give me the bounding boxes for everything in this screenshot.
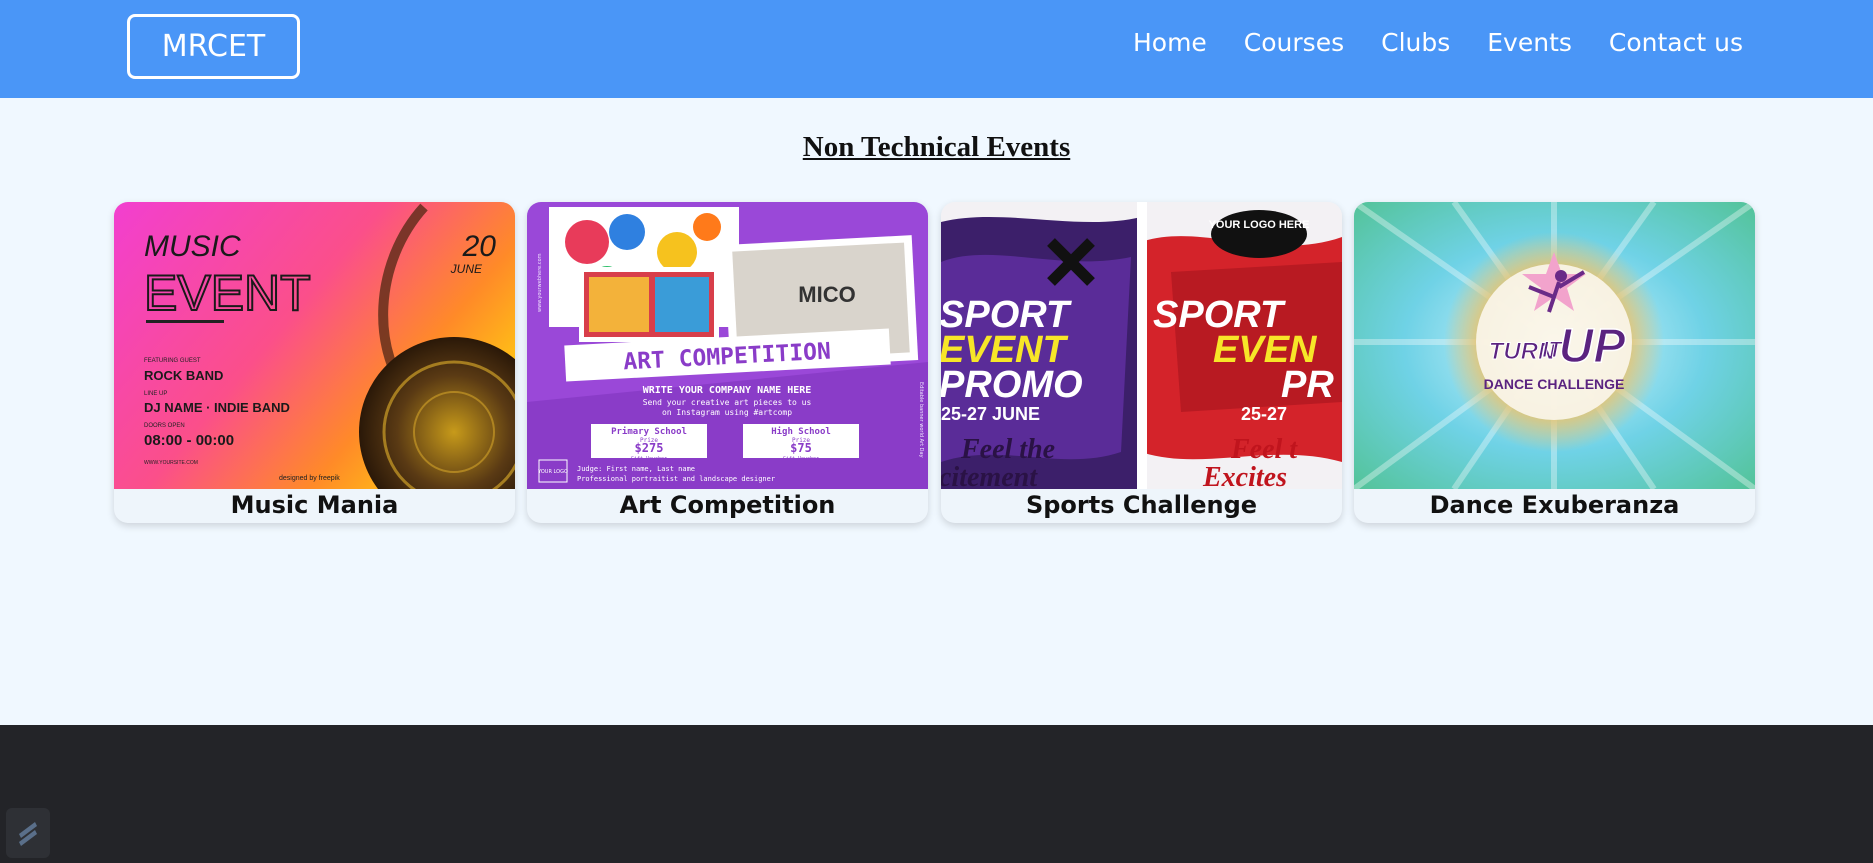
nav-home-link[interactable]: Home xyxy=(1133,28,1207,57)
event-title: Sports Challenge xyxy=(1025,491,1258,519)
poster-prize2-label: High School xyxy=(771,426,831,437)
event-card-sports-challenge[interactable]: YOUR LOGO HERE SPORT EVENT PROMO 25-27 J… xyxy=(941,202,1342,523)
poster-doors-label: DOORS OPEN xyxy=(144,423,185,429)
sports-event-poster: YOUR LOGO HERE SPORT EVENT PROMO 25-27 J… xyxy=(941,202,1342,489)
section-title: Non Technical Events xyxy=(802,131,1071,163)
poster-logo: YOUR LOGO HERE xyxy=(1209,219,1310,231)
poster-prize1-label: Primary School xyxy=(611,426,687,437)
poster-credit: designed by freepik xyxy=(279,475,340,482)
poster-side-left: www.yourwebhere.com xyxy=(537,253,543,312)
poster-featuring: ROCK BAND xyxy=(144,368,223,383)
poster-company: WRITE YOUR COMPANY NAME HERE xyxy=(643,385,812,396)
event-card-music-mania[interactable]: MUSIC EVENT 20 JUNE FEATURING GUEST ROCK… xyxy=(114,202,515,523)
event-title: Music Mania xyxy=(230,491,399,519)
dance-challenge-poster: TURN IT UP DANCE CHALLENGE xyxy=(1354,202,1755,489)
poster-prize1-amount: $275 xyxy=(635,441,664,455)
poster-left-tag1: Feel the xyxy=(960,434,1055,465)
poster-left-line3: PROMO xyxy=(941,364,1083,406)
poster-right-line3: PR xyxy=(1281,364,1334,406)
poster-side-right: Editable banner world Art Day xyxy=(918,382,924,458)
music-poster-graphic: MUSIC EVENT 20 JUNE FEATURING GUEST ROCK… xyxy=(114,202,515,489)
event-card-art-competition[interactable]: MICO ART COMPETITION WRITE YOUR COMPANY … xyxy=(527,202,928,523)
poster-judge: Judge: First name, Last name xyxy=(577,465,695,473)
nav-clubs-link[interactable]: Clubs xyxy=(1381,28,1450,57)
poster-line2: on Instagram using #artcomp xyxy=(662,408,792,417)
nav-contact-link[interactable]: Contact us xyxy=(1609,28,1743,57)
art-poster-graphic: MICO ART COMPETITION WRITE YOUR COMPANY … xyxy=(527,202,928,489)
poster-featuring-label: FEATURING GUEST xyxy=(144,358,201,364)
poster-line1: Send your creative art pieces to us xyxy=(643,398,812,407)
poster-prize1-note: Gift Voucher xyxy=(631,456,667,462)
poster-judge-role: Professional portraitist and landscape d… xyxy=(577,475,775,483)
event-title: Dance Exuberanza xyxy=(1429,491,1680,519)
poster-logo: YOUR LOGO xyxy=(537,469,568,475)
floating-widget-icon[interactable] xyxy=(6,808,50,858)
poster-subtitle: DANCE CHALLENGE xyxy=(1484,376,1625,392)
art-competition-poster: MICO ART COMPETITION WRITE YOUR COMPANY … xyxy=(527,202,928,489)
poster-prize2-note: Gift Voucher xyxy=(783,456,819,462)
poster-left-date: 25-27 JUNE xyxy=(941,404,1040,424)
poster-time: 08:00 - 00:00 xyxy=(144,432,234,449)
nav-links: Home Courses Clubs Events Contact us xyxy=(1133,28,1743,57)
nav-courses-link[interactable]: Courses xyxy=(1244,28,1344,57)
dance-poster-graphic: TURN IT UP DANCE CHALLENGE xyxy=(1354,202,1755,489)
poster-right-date: 25-27 xyxy=(1241,404,1287,424)
navbar: MRCET Home Courses Clubs Events Contact … xyxy=(0,0,1873,98)
poster-heading-event: EVENT xyxy=(144,265,311,321)
poster-prize2-amount: $75 xyxy=(790,441,812,455)
poster-lineup-label: LINE UP xyxy=(144,391,167,397)
poster-lineup: DJ NAME · INDIE BAND xyxy=(144,400,290,415)
poster-left-tag2: citement xyxy=(941,462,1038,489)
poster-date-month: JUNE xyxy=(450,262,483,276)
poster-date-day: 20 xyxy=(462,230,497,263)
stack-icon xyxy=(19,822,37,846)
poster-right-tag2: Excites xyxy=(1202,462,1287,489)
event-title: Art Competition xyxy=(619,491,836,519)
poster-logo-up: UP xyxy=(1559,320,1627,373)
poster-right-tag1: Feel t xyxy=(1230,434,1298,465)
svg-text:MICO: MICO xyxy=(798,282,855,307)
brand-logo-button[interactable]: MRCET xyxy=(127,14,300,79)
sports-poster-graphic: YOUR LOGO HERE SPORT EVENT PROMO 25-27 J… xyxy=(941,202,1342,489)
poster-website: WWW.YOURSITE.COM xyxy=(144,460,198,466)
event-card-dance-exuberanza[interactable]: TURN IT UP DANCE CHALLENGE Dance Exubera… xyxy=(1354,202,1755,523)
poster-heading-music: MUSIC xyxy=(144,230,241,263)
footer xyxy=(0,725,1873,863)
nav-events-link[interactable]: Events xyxy=(1487,28,1572,57)
music-event-poster: MUSIC EVENT 20 JUNE FEATURING GUEST ROCK… xyxy=(114,202,515,489)
